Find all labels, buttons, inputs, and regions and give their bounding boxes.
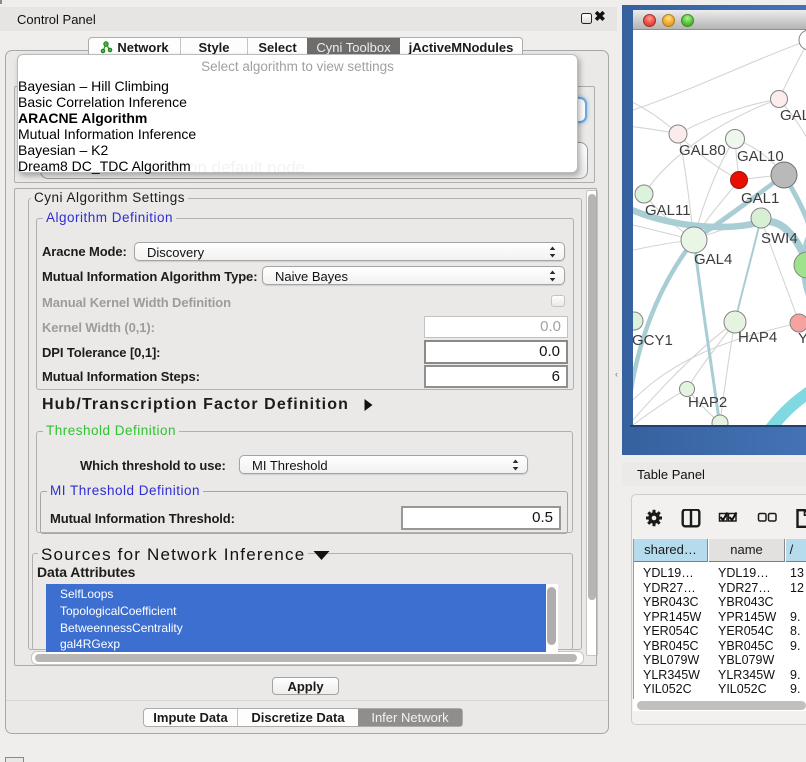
svg-text:HAP2: HAP2 [688, 394, 727, 411]
svg-text:GAL1: GAL1 [741, 190, 779, 207]
svg-text:SWI4: SWI4 [761, 230, 798, 247]
svg-text:GAL7: GAL7 [780, 107, 806, 124]
svg-text:HAP4: HAP4 [738, 329, 777, 346]
svg-text:GAL80: GAL80 [679, 142, 726, 159]
svg-text:GAL11: GAL11 [645, 202, 691, 219]
svg-text:GAL10: GAL10 [737, 148, 784, 165]
svg-text:Y: Y [798, 330, 806, 347]
svg-text:GAL4: GAL4 [694, 251, 732, 268]
svg-text:GCY1: GCY1 [633, 332, 673, 349]
